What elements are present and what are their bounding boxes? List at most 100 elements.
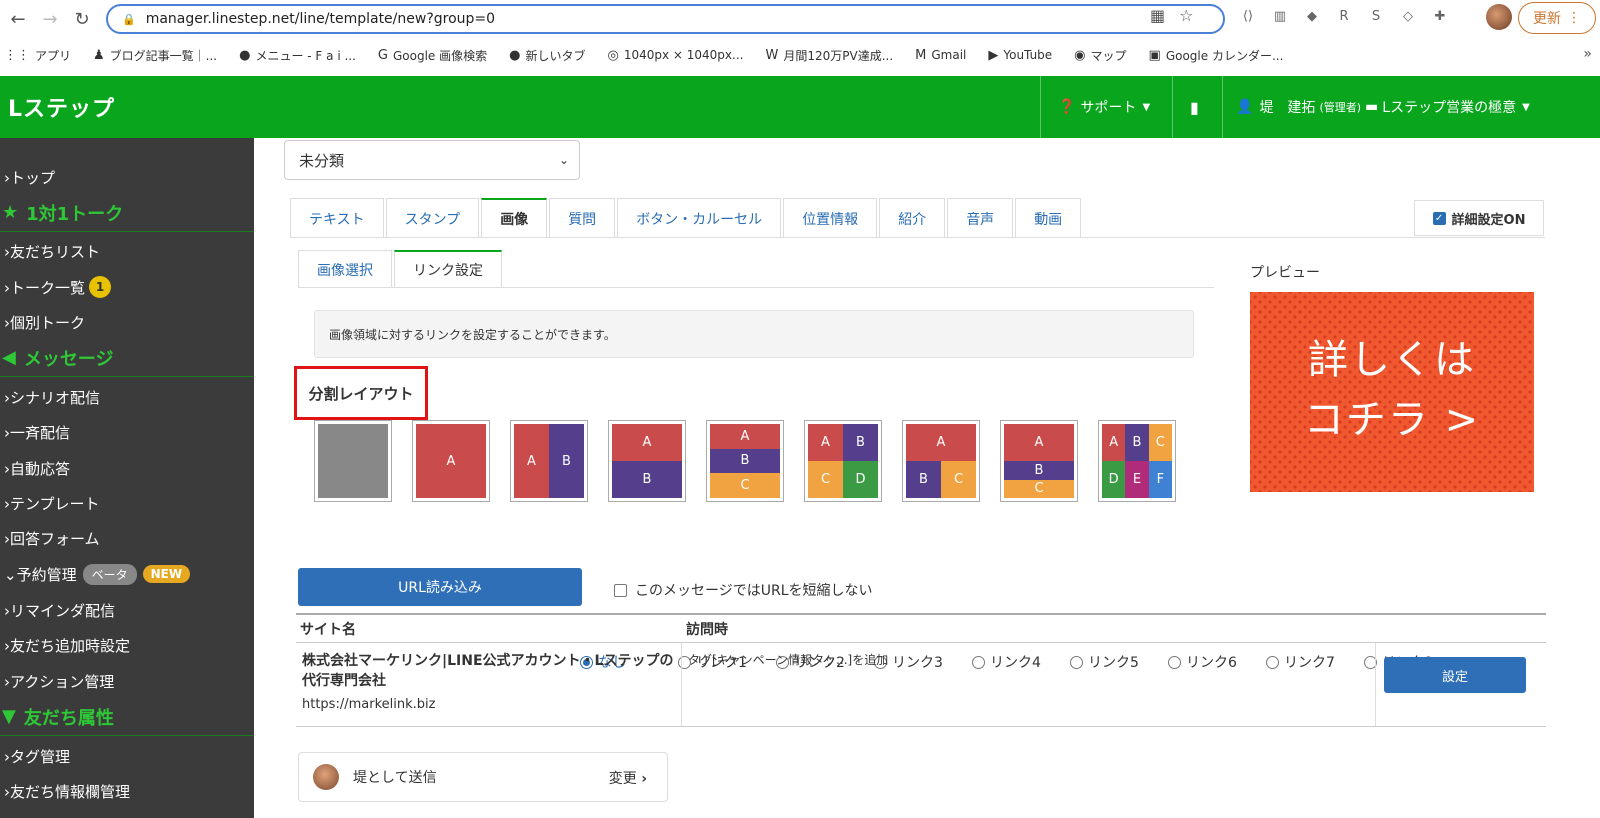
layout-cell: C bbox=[1004, 479, 1074, 498]
preview-text-line2: コチラ > bbox=[1303, 397, 1481, 443]
detail-settings-toggle[interactable]: ✓ 詳細設定ON bbox=[1414, 200, 1544, 236]
set-button[interactable]: 設定 bbox=[1384, 657, 1526, 693]
extension-tag-icon[interactable]: ◇ bbox=[1398, 6, 1418, 26]
sidebar-item-10[interactable]: ›回答フォーム bbox=[0, 521, 254, 555]
bookmark-label: 新しいタブ bbox=[525, 48, 586, 63]
preview-label: プレビュー bbox=[1250, 265, 1320, 281]
extension-maps-icon[interactable]: ◆ bbox=[1302, 6, 1322, 26]
bookmark-item[interactable]: ▶ YouTube bbox=[988, 48, 1052, 63]
sidebar-item-0[interactable]: ›トップ bbox=[0, 160, 254, 194]
user-menu[interactable]: 👤 堤 建拓 (管理者) ▬ Lステップ営業の極意 ▼ bbox=[1236, 76, 1530, 138]
tab-5[interactable]: 位置情報 bbox=[783, 198, 878, 238]
bookmark-label: 月間120万PV達成... bbox=[783, 48, 894, 63]
layout-tile-7[interactable]: ABC bbox=[1000, 420, 1078, 502]
layout-cell: C bbox=[808, 461, 843, 498]
layout-cell: D bbox=[843, 461, 878, 498]
sidebar-item-14[interactable]: ›アクション管理 bbox=[0, 664, 254, 698]
sidebar-item-7[interactable]: ›一斉配信 bbox=[0, 415, 254, 449]
sender-change-link[interactable]: 変更 › bbox=[609, 768, 647, 788]
layout-tile-1[interactable]: A bbox=[412, 420, 490, 502]
extensions-puzzle-icon[interactable]: ✚ bbox=[1430, 6, 1450, 26]
sidebar-item-12[interactable]: ›リマインダ配信 bbox=[0, 593, 254, 627]
layout-cell bbox=[318, 424, 388, 498]
app-header: Lステップ ❓ サポート ▼ ▮ 👤 堤 建拓 (管理者) ▬ Lステップ営業の… bbox=[0, 76, 1600, 138]
extension-barcode-icon[interactable]: ▥ bbox=[1270, 6, 1290, 26]
forward-icon[interactable]: → bbox=[36, 5, 64, 33]
layout-tile-2[interactable]: AB bbox=[510, 420, 588, 502]
bookmarks-bar: ⋮⋮ アプリ ♟ ブログ記事一覧｜... ● メニュー - F a i ... G Googl… bbox=[0, 38, 1600, 72]
sidebar-item-label: ›シナリオ配信 bbox=[4, 388, 100, 407]
layout-tile-3[interactable]: AB bbox=[608, 420, 686, 502]
layout-tile-4[interactable]: ABC bbox=[706, 420, 784, 502]
sidebar-item-4[interactable]: ›個別トーク bbox=[0, 305, 254, 339]
bookmarks-more-icon[interactable]: » bbox=[1583, 46, 1592, 62]
sidebar-item-6[interactable]: ›シナリオ配信 bbox=[0, 380, 254, 414]
bookmark-item[interactable]: ♟ ブログ記事一覧｜... bbox=[93, 47, 217, 64]
brand-logo[interactable]: Lステップ bbox=[8, 91, 115, 123]
sidebar-item-16[interactable]: ›タグ管理 bbox=[0, 739, 254, 773]
url-load-button[interactable]: URL読み込み bbox=[298, 568, 582, 606]
bookmark-item[interactable]: ⋮⋮ アプリ bbox=[4, 47, 71, 64]
qr-code-icon[interactable]: ▦ bbox=[1150, 6, 1165, 25]
bookmark-item[interactable]: M Gmail bbox=[915, 48, 966, 63]
android-icon: ♟ bbox=[93, 47, 105, 63]
bookmark-item[interactable]: ● メニュー - F a i ... bbox=[239, 47, 356, 64]
layout-cell: A bbox=[1102, 424, 1126, 461]
sidebar-item-8[interactable]: ›自動応答 bbox=[0, 451, 254, 485]
bookmark-item[interactable]: ● 新しいタブ bbox=[509, 47, 585, 64]
tab-8[interactable]: 動画 bbox=[1015, 198, 1082, 238]
layout-tile-5[interactable]: ABCD bbox=[804, 420, 882, 502]
tab-7[interactable]: 音声 bbox=[947, 198, 1014, 238]
reload-icon[interactable]: ↻ bbox=[68, 5, 96, 33]
sidebar-item-9[interactable]: ›テンプレート bbox=[0, 486, 254, 520]
layout-title: 分割レイアウト bbox=[294, 366, 428, 420]
subtab-1[interactable]: リンク設定 bbox=[394, 250, 502, 288]
url-text: manager.linestep.net/line/template/new?g… bbox=[145, 11, 496, 27]
google-icon: G bbox=[377, 47, 388, 63]
star-icon[interactable]: ☆ bbox=[1179, 6, 1193, 25]
sender-change-label: 変更 bbox=[608, 771, 637, 787]
bookmark-item[interactable]: ◉ マップ bbox=[1074, 47, 1126, 64]
folder-select[interactable]: 未分類 ⌄ bbox=[284, 140, 580, 180]
bookmark-label: メニュー - F a i ... bbox=[255, 48, 356, 63]
sidebar-item-17[interactable]: ›友だち情報欄管理 bbox=[0, 774, 254, 808]
sidebar-item-2[interactable]: ›友だちリスト bbox=[0, 234, 254, 268]
no-shorten-checkbox[interactable]: このメッセージではURLを短縮しない bbox=[614, 580, 873, 600]
layout-cell: A bbox=[612, 424, 682, 461]
support-menu[interactable]: ❓ サポート ▼ bbox=[1058, 76, 1150, 138]
sidebar-item-11[interactable]: ⌄予約管理 ベータ NEW bbox=[0, 557, 254, 591]
stats-icon[interactable]: ▮ bbox=[1190, 76, 1199, 138]
sidebar-item-13[interactable]: ›友だち追加時設定 bbox=[0, 628, 254, 662]
chat-icon: ▬ bbox=[1365, 99, 1379, 115]
tab-4[interactable]: ボタン・カルーセル bbox=[617, 198, 782, 238]
bookmark-item[interactable]: ◎ 1040px × 1040px... bbox=[607, 48, 743, 63]
bookmark-label: YouTube bbox=[1003, 48, 1053, 62]
profile-avatar[interactable] bbox=[1486, 4, 1512, 30]
calendar-icon: ▣ bbox=[1148, 47, 1161, 63]
bookmark-label: マップ bbox=[1090, 48, 1127, 63]
tab-0[interactable]: テキスト bbox=[290, 198, 384, 238]
extension-s-icon[interactable]: S bbox=[1366, 6, 1386, 26]
bookmark-item[interactable]: W 月間120万PV達成... bbox=[765, 47, 893, 64]
extension-code-icon[interactable]: ⟨⟩ bbox=[1238, 6, 1258, 26]
bookmark-item[interactable]: ▣ Google カレンダー... bbox=[1149, 47, 1284, 64]
layout-tile-0[interactable] bbox=[314, 420, 392, 502]
back-icon[interactable]: ← bbox=[4, 5, 32, 33]
update-button[interactable]: 更新 ⋮ bbox=[1518, 2, 1596, 34]
tab-2[interactable]: 画像 bbox=[481, 198, 548, 238]
tab-6[interactable]: 紹介 bbox=[879, 198, 946, 238]
bookmark-item[interactable]: G Google 画像検索 bbox=[378, 47, 487, 64]
tab-3[interactable]: 質問 bbox=[549, 198, 616, 238]
sender-box[interactable]: 堤として送信 変更 › bbox=[298, 752, 668, 802]
checkbox-icon[interactable] bbox=[614, 583, 627, 597]
layout-tile-6[interactable]: ABC bbox=[902, 420, 980, 502]
tab-1[interactable]: スタンプ bbox=[385, 198, 480, 238]
address-bar[interactable]: 🔒 manager.linestep.net/line/template/new… bbox=[106, 4, 1225, 34]
subtab-0[interactable]: 画像選択 bbox=[298, 250, 392, 288]
extension-r-icon[interactable]: R bbox=[1334, 6, 1354, 26]
bookmark-label: Google カレンダー... bbox=[1165, 48, 1284, 63]
sidebar-item-3[interactable]: ›トーク一覧 1 bbox=[0, 270, 254, 304]
layout-tile-8[interactable]: ABCDEF bbox=[1098, 420, 1176, 502]
sidebar-item-label: ›タグ管理 bbox=[4, 747, 70, 766]
caret-down-icon: ▼ bbox=[1522, 101, 1530, 113]
